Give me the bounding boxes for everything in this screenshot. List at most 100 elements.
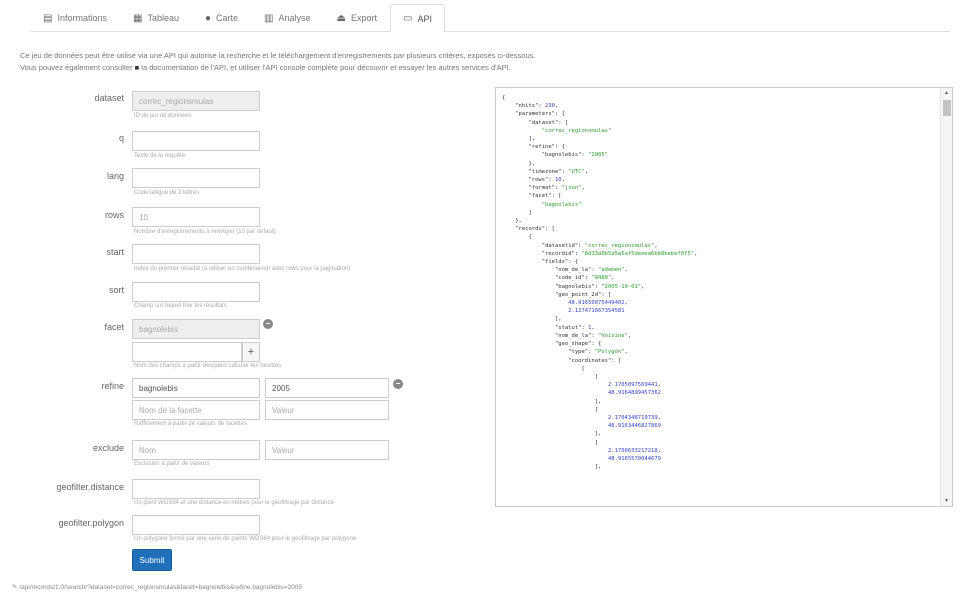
table-icon: ▦ bbox=[132, 12, 143, 24]
json-line: "type": "Polygon", bbox=[502, 349, 628, 356]
json-line: "format": "json", bbox=[502, 185, 585, 192]
geofilter-distance-help: Un point WGS84 et une distance en mètres… bbox=[134, 500, 334, 506]
json-line: "bagnolebis": "2005" bbox=[502, 152, 608, 159]
exclude-label: exclude bbox=[92, 443, 124, 453]
json-line: { bbox=[502, 95, 506, 101]
json-line: 2.127471667354581 bbox=[568, 308, 625, 315]
tab-export[interactable]: ⏏ Export bbox=[324, 4, 390, 31]
refine-name-input[interactable]: bagnolebis bbox=[132, 378, 260, 398]
json-line: [ bbox=[502, 373, 599, 380]
json-line: 48.91650075449402, bbox=[568, 300, 628, 307]
download-icon: ⏏ bbox=[336, 12, 346, 24]
exclude-help: Exclusion à partir de valeurs bbox=[134, 461, 210, 467]
sort-label-wrap: sort bbox=[0, 285, 124, 305]
json-line: 2.1705097569441, bbox=[607, 382, 661, 389]
q-label-wrap: q bbox=[0, 133, 124, 153]
refine-value-input-2[interactable]: Valeur bbox=[265, 400, 389, 420]
facet-label: facet bbox=[104, 322, 124, 332]
start-label: start bbox=[106, 247, 124, 257]
scroll-up-icon[interactable]: ▲ bbox=[944, 90, 949, 96]
start-label-wrap: start bbox=[0, 247, 124, 267]
facet-input-2[interactable] bbox=[132, 342, 242, 362]
tab-informations[interactable]: ▤ Informations bbox=[30, 4, 120, 31]
json-line: "records": [ bbox=[502, 226, 555, 233]
sort-help: Champ sur lequel trier les résultats bbox=[134, 303, 227, 309]
rows-input[interactable]: 10 bbox=[132, 207, 260, 227]
json-line: "dataset": [ bbox=[502, 119, 569, 126]
json-line: [ bbox=[502, 365, 585, 372]
tab-label: Carte bbox=[216, 13, 239, 23]
json-line: "nom_de_la": "Voisine", bbox=[502, 332, 632, 339]
refine-label-wrap: refine bbox=[0, 381, 124, 401]
json-line: "datasetid": "correc_regionsmulas", bbox=[502, 242, 658, 249]
intro-line-2: Vous pouvez également consulter ■ la doc… bbox=[20, 62, 720, 74]
tab-api[interactable]: ▭ API bbox=[389, 4, 445, 32]
json-line: }, bbox=[502, 218, 522, 225]
scrollbar[interactable]: ▲ ▼ bbox=[940, 88, 952, 506]
tab-analyse[interactable]: ▥ Analyse bbox=[251, 4, 323, 31]
q-label: q bbox=[118, 133, 124, 143]
json-line: [ bbox=[502, 406, 599, 413]
sort-input[interactable] bbox=[132, 282, 260, 302]
json-line: ], bbox=[502, 316, 562, 323]
remove-refine-icon[interactable]: − bbox=[393, 379, 403, 389]
dataset-help: ID du jeu de données bbox=[134, 113, 192, 119]
json-line: "rows": 10, bbox=[502, 177, 565, 184]
q-input[interactable] bbox=[132, 131, 260, 151]
json-line: 48.9165570044679 bbox=[607, 455, 661, 462]
exclude-name-input[interactable]: Nom bbox=[132, 440, 260, 460]
json-line: 48.9163446827869 bbox=[607, 423, 661, 430]
scrollbar-thumb[interactable] bbox=[943, 100, 951, 116]
json-line: "nom_de_la": "ademen", bbox=[502, 267, 628, 274]
api-url-text[interactable]: /api/records/1.0/search/?dataset=correc_… bbox=[19, 584, 302, 591]
json-line: "refine": { bbox=[502, 144, 565, 151]
json-line: 2.1700633217218, bbox=[607, 447, 661, 454]
globe-icon: ● bbox=[204, 12, 212, 24]
json-line: "nhits": 230, bbox=[502, 103, 559, 110]
lang-label-wrap: lang bbox=[0, 171, 124, 191]
tab-label: API bbox=[417, 13, 432, 24]
start-help: Index du premier résultat (à utiliser en… bbox=[134, 266, 351, 272]
dataset-label: dataset bbox=[94, 93, 124, 103]
tab-tableau[interactable]: ▦ Tableau bbox=[120, 4, 192, 31]
lang-help: Code langue de 2 lettres bbox=[134, 190, 200, 196]
exclude-label-wrap: exclude bbox=[0, 443, 124, 463]
geofilter-polygon-input[interactable] bbox=[132, 515, 260, 535]
q-help: Texte de la requête bbox=[134, 153, 186, 159]
refine-value-input[interactable]: 2005 bbox=[265, 378, 389, 398]
info-icon: ▤ bbox=[43, 12, 53, 24]
api-url[interactable]: ✎ /api/records/1.0/search/?dataset=corre… bbox=[12, 583, 302, 591]
tab-carte[interactable]: ● Carte bbox=[192, 4, 251, 31]
json-line: { bbox=[502, 234, 532, 241]
json-line: ], bbox=[502, 398, 602, 405]
exclude-value-input[interactable]: Valeur bbox=[265, 440, 389, 460]
refine-label: refine bbox=[101, 381, 124, 391]
json-line: }, bbox=[502, 160, 536, 167]
facet-input-1[interactable]: bagnolebis bbox=[132, 319, 260, 339]
lang-input[interactable] bbox=[132, 168, 260, 188]
json-line: "code_id": "8480", bbox=[502, 275, 615, 282]
json-line: "coordinates": [ bbox=[502, 357, 622, 364]
json-line: ] bbox=[502, 209, 532, 216]
geofilter-distance-input[interactable] bbox=[132, 479, 260, 499]
submit-button[interactable]: Submit bbox=[132, 549, 172, 571]
refine-help: Raffinement à partir de valeurs de facet… bbox=[134, 421, 247, 427]
dataset-input[interactable]: correc_regionsmulas bbox=[132, 91, 260, 111]
remove-facet-icon[interactable]: − bbox=[263, 319, 273, 329]
tab-label: Tableau bbox=[147, 13, 179, 23]
json-response: { "nhits": 230, "parameters": { "dataset… bbox=[502, 94, 697, 471]
add-facet-button[interactable]: + bbox=[242, 342, 260, 362]
start-input[interactable] bbox=[132, 244, 260, 264]
geofilter-polygon-help: Un polygone formé par une série de point… bbox=[134, 536, 357, 542]
lang-label: lang bbox=[106, 171, 124, 181]
facet-label-wrap: facet bbox=[0, 322, 124, 342]
rows-label-wrap: rows bbox=[0, 210, 124, 230]
sort-label: sort bbox=[108, 285, 124, 295]
json-line: ], bbox=[502, 136, 536, 143]
scroll-down-icon[interactable]: ▼ bbox=[944, 498, 949, 504]
api-intro-text: Ce jeu de données peut être utilisé via … bbox=[20, 50, 720, 74]
tab-label: Analyse bbox=[278, 13, 311, 23]
refine-name-input-2[interactable]: Nom de la facette bbox=[132, 400, 260, 420]
json-response-panel[interactable]: { "nhits": 230, "parameters": { "dataset… bbox=[495, 87, 953, 507]
intro-doc-link[interactable]: la documentation de l'API, et utiliser l… bbox=[141, 63, 510, 72]
